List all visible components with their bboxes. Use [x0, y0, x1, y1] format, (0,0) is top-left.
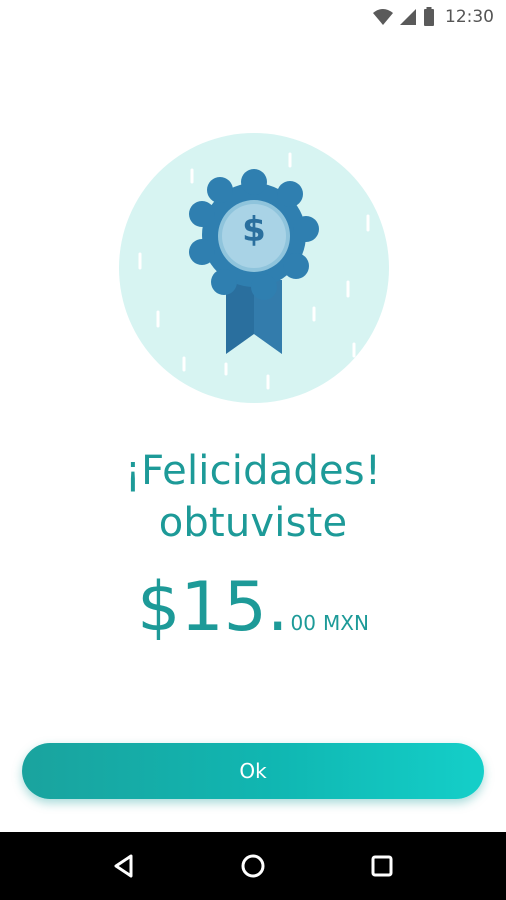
amount-cents: 00 — [290, 611, 316, 635]
cell-signal-icon — [399, 8, 417, 26]
ok-button[interactable]: Ok — [22, 743, 484, 799]
congrats-message: ¡Felicidades! obtuviste — [0, 445, 506, 549]
amount-main: $15. — [137, 568, 289, 647]
battery-icon — [423, 7, 435, 27]
award-illustration: $ — [118, 132, 390, 404]
reward-screen: 12:30 $ ¡Felicidades! obtuviste $15. 00 … — [0, 0, 506, 900]
home-button[interactable] — [229, 842, 277, 890]
status-bar: 12:30 — [0, 0, 506, 34]
reward-amount: $15. 00 MXN — [0, 568, 506, 648]
status-time: 12:30 — [445, 7, 494, 27]
congrats-title: ¡Felicidades! — [124, 448, 382, 494]
amount-currency: MXN — [323, 611, 369, 635]
recents-button[interactable] — [358, 842, 406, 890]
ok-button-label: Ok — [239, 759, 267, 783]
back-icon — [114, 854, 133, 878]
wifi-icon — [373, 8, 393, 26]
congrats-subtitle: obtuviste — [158, 500, 348, 546]
navigation-bar — [0, 832, 506, 900]
dollar-symbol: $ — [242, 210, 266, 250]
back-button[interactable] — [100, 842, 148, 890]
recents-icon — [371, 855, 393, 877]
home-icon — [241, 854, 265, 878]
